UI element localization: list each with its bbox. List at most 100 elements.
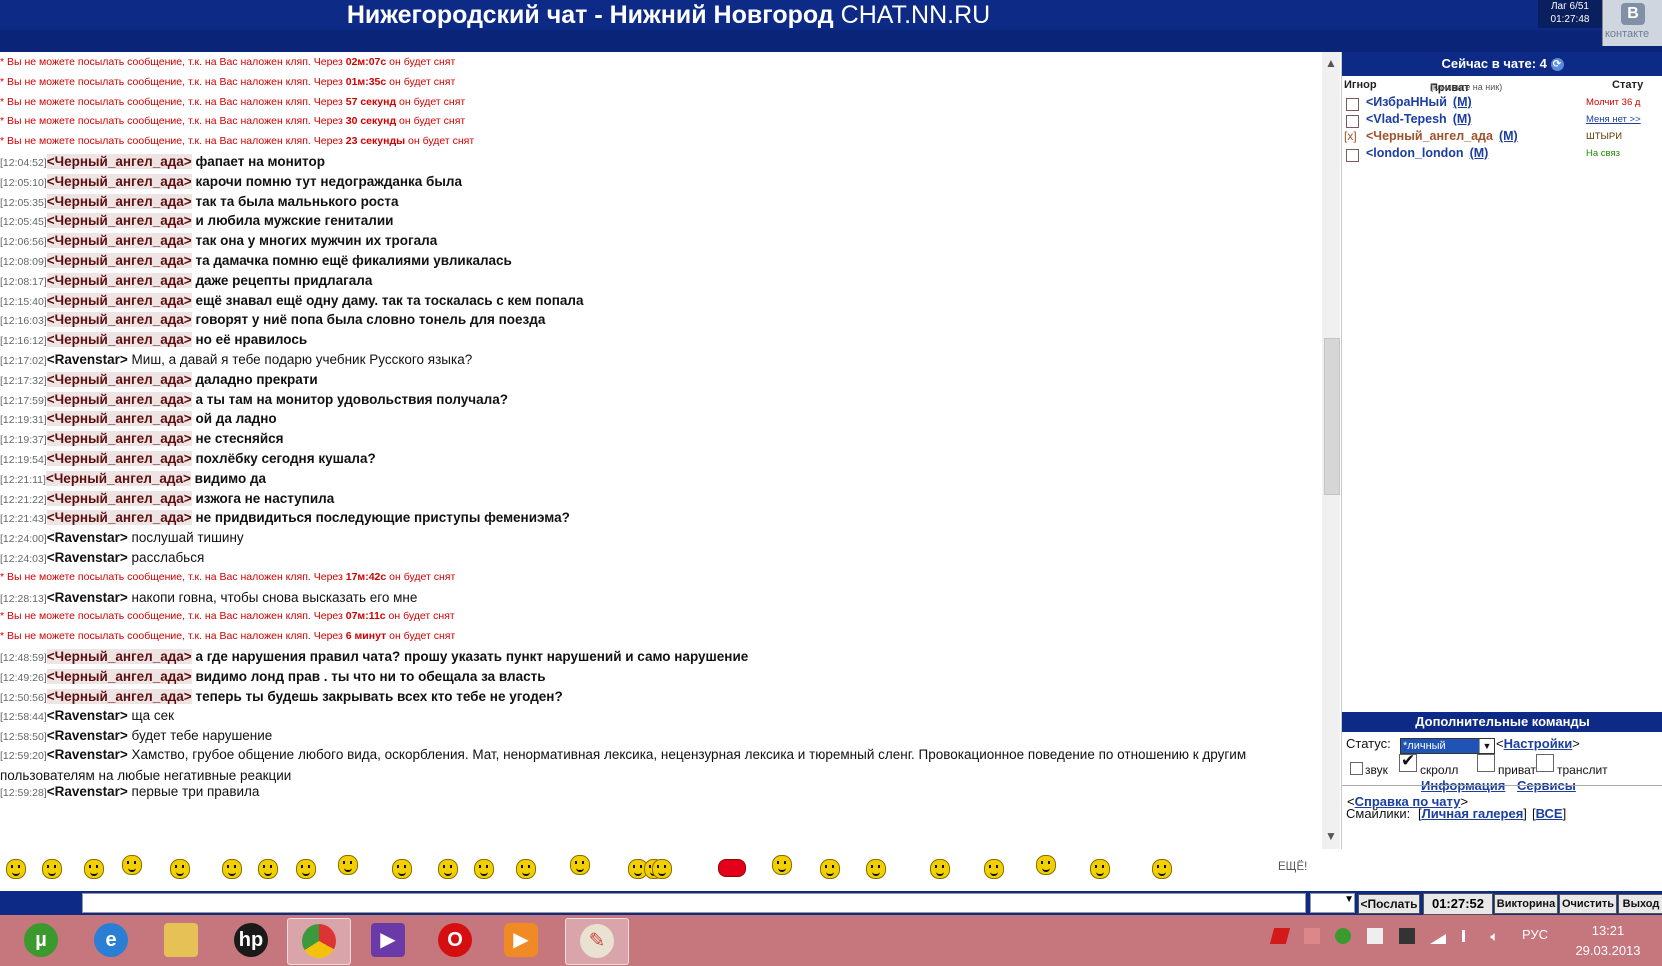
clock[interactable]: 13:21 29.03.2013	[1568, 921, 1648, 961]
flag-icon[interactable]	[1461, 929, 1475, 942]
user-nick[interactable]: <london_london (М)	[1366, 146, 1488, 160]
task-explorer[interactable]	[150, 918, 212, 963]
message-nick[interactable]: <Черный_ангел_ада>	[46, 173, 192, 189]
message-nick[interactable]: <Черный_ангел_ада>	[46, 193, 192, 209]
smiley-icon[interactable]	[1090, 859, 1110, 879]
ignore-checkbox[interactable]	[1346, 149, 1359, 162]
smiley-icon[interactable]	[170, 859, 190, 879]
clear-button[interactable]: Очистить	[1559, 894, 1617, 914]
message-nick[interactable]: <Черный_ангел_ада>	[46, 332, 192, 348]
message-nick[interactable]: <Черный_ангел_ада>	[45, 470, 191, 486]
message-nick[interactable]: <Черный_ангел_ада>	[46, 213, 192, 229]
smiley-icon[interactable]	[222, 859, 242, 879]
smiley-icon[interactable]	[1036, 855, 1056, 875]
smiley-icon[interactable]	[84, 859, 104, 879]
user-nick[interactable]: <Черный_ангел_ада (М)	[1366, 129, 1518, 143]
task-hp[interactable]: hp	[220, 918, 282, 963]
scroll-thumb[interactable]	[1324, 338, 1340, 495]
kiss-smiley-icon[interactable]	[718, 859, 746, 877]
message-nick[interactable]: <Ravenstar>	[47, 708, 128, 723]
message-nick[interactable]: <Черный_ангел_ада>	[46, 510, 192, 526]
message-nick[interactable]: <Черный_ангел_ада>	[46, 233, 192, 249]
message-nick[interactable]: <Черный_ангел_ада>	[46, 431, 192, 447]
smiley-icon[interactable]	[296, 859, 316, 879]
smiley-icon[interactable]	[122, 855, 142, 875]
settings-link[interactable]: Настройки	[1504, 736, 1573, 751]
settings-tray-icon[interactable]	[1398, 927, 1415, 944]
message-nick[interactable]: <Черный_ангел_ада>	[46, 411, 192, 427]
message-nick[interactable]: <Черный_ангел_ада>	[46, 668, 192, 684]
task-chrome[interactable]	[287, 918, 351, 965]
usb-icon[interactable]	[1366, 927, 1383, 944]
message-input[interactable]	[82, 893, 1306, 913]
task-utorrent[interactable]: µ	[10, 918, 72, 963]
message-nick[interactable]: <Черный_ангел_ада>	[46, 312, 192, 328]
translit-checkbox[interactable]	[1536, 754, 1554, 772]
more-smileys-link[interactable]: ЕЩЁ!	[1278, 861, 1307, 873]
scroll-down-icon[interactable]: ▼	[1325, 829, 1337, 843]
ignore-marker[interactable]: [x]	[1344, 129, 1357, 143]
send-button[interactable]: <Послать	[1358, 894, 1420, 914]
message-nick[interactable]: <Черный_ангел_ада>	[46, 272, 192, 288]
user-nick[interactable]: <Vlad-Tepesh (М)	[1366, 112, 1471, 126]
smiley-icon[interactable]	[570, 855, 590, 875]
antivirus-icon[interactable]	[1269, 927, 1291, 944]
task-media[interactable]: ▶	[490, 918, 552, 963]
language-indicator[interactable]: РУС	[1522, 927, 1548, 942]
message-nick[interactable]: <Ravenstar>	[47, 784, 128, 799]
smiley-icon[interactable]	[338, 855, 358, 875]
user-gender-link[interactable]: (М)	[1470, 146, 1489, 160]
smiley-icon[interactable]	[1152, 859, 1172, 879]
smiley-icon[interactable]	[820, 859, 840, 879]
network-tool-icon[interactable]	[1303, 927, 1320, 944]
private-checkbox[interactable]	[1477, 754, 1495, 772]
message-nick[interactable]: <Черный_ангел_ада>	[46, 292, 192, 308]
message-nick[interactable]: <Черный_ангел_ада>	[46, 451, 192, 466]
sound-checkbox[interactable]	[1350, 762, 1363, 775]
utorrent-tray-icon[interactable]	[1335, 927, 1352, 944]
help-link[interactable]: Справка по чату	[1355, 794, 1461, 809]
user-gender-link[interactable]: (М)	[1453, 95, 1472, 109]
smiley-icon[interactable]	[6, 859, 26, 879]
message-nick[interactable]: <Черный_ангел_ада>	[46, 688, 192, 704]
smiley-icon[interactable]	[866, 859, 886, 879]
message-nick[interactable]: <Черный_ангел_ада>	[46, 391, 192, 407]
message-nick[interactable]: <Ravenstar>	[47, 590, 128, 605]
smiley-icon[interactable]	[474, 859, 494, 879]
task-opera[interactable]: O	[424, 918, 486, 963]
message-nick[interactable]: <Ravenstar>	[47, 550, 128, 565]
message-nick[interactable]: <Черный_ангел_ада>	[46, 253, 192, 268]
volume-icon[interactable]: 🔈︎	[1490, 928, 1506, 944]
ignore-checkbox[interactable]	[1346, 115, 1359, 128]
all-smileys-link[interactable]: ВСЕ	[1536, 806, 1563, 821]
smiley-icon[interactable]	[984, 859, 1004, 879]
message-nick[interactable]: <Ravenstar>	[47, 352, 128, 367]
signal-icon[interactable]	[1430, 928, 1447, 944]
smiley-icon[interactable]	[258, 859, 278, 879]
message-nick[interactable]: <Черный_ангел_ада>	[46, 371, 192, 387]
vk-button[interactable]: В контакте	[1602, 0, 1662, 46]
quiz-button[interactable]: Викторина	[1494, 894, 1558, 914]
smiley-icon[interactable]	[930, 859, 950, 879]
message-nick[interactable]: <Черный_ангел_ада>	[46, 649, 192, 664]
message-nick[interactable]: <Ravenstar>	[47, 530, 128, 545]
refresh-icon[interactable]: ⟳	[1550, 58, 1564, 71]
smiley-icon[interactable]	[438, 859, 458, 879]
scroll-checkbox[interactable]: ✔	[1399, 751, 1417, 772]
smiley-icon[interactable]	[652, 859, 672, 879]
chat-scrollbar[interactable]: ▲ ▼	[1322, 52, 1340, 849]
recipient-dropdown[interactable]: ▼	[1310, 893, 1355, 913]
smiley-icon[interactable]	[772, 855, 792, 875]
task-paint[interactable]: ✎	[565, 918, 629, 965]
scroll-up-icon[interactable]: ▲	[1325, 56, 1337, 70]
smiley-icon[interactable]	[516, 859, 536, 879]
user-nick[interactable]: <ИзбраННый (М)	[1366, 95, 1472, 109]
ignore-checkbox[interactable]	[1346, 98, 1359, 111]
task-vs[interactable]: ▶	[357, 918, 419, 963]
exit-button[interactable]: Выход	[1618, 894, 1662, 914]
message-nick[interactable]: <Черный_ангел_ада>	[46, 490, 192, 506]
user-gender-link[interactable]: (М)	[1499, 129, 1518, 143]
smiley-icon[interactable]	[42, 859, 62, 879]
message-nick[interactable]: <Ravenstar>	[47, 747, 128, 762]
message-nick[interactable]: <Ravenstar>	[47, 728, 128, 743]
